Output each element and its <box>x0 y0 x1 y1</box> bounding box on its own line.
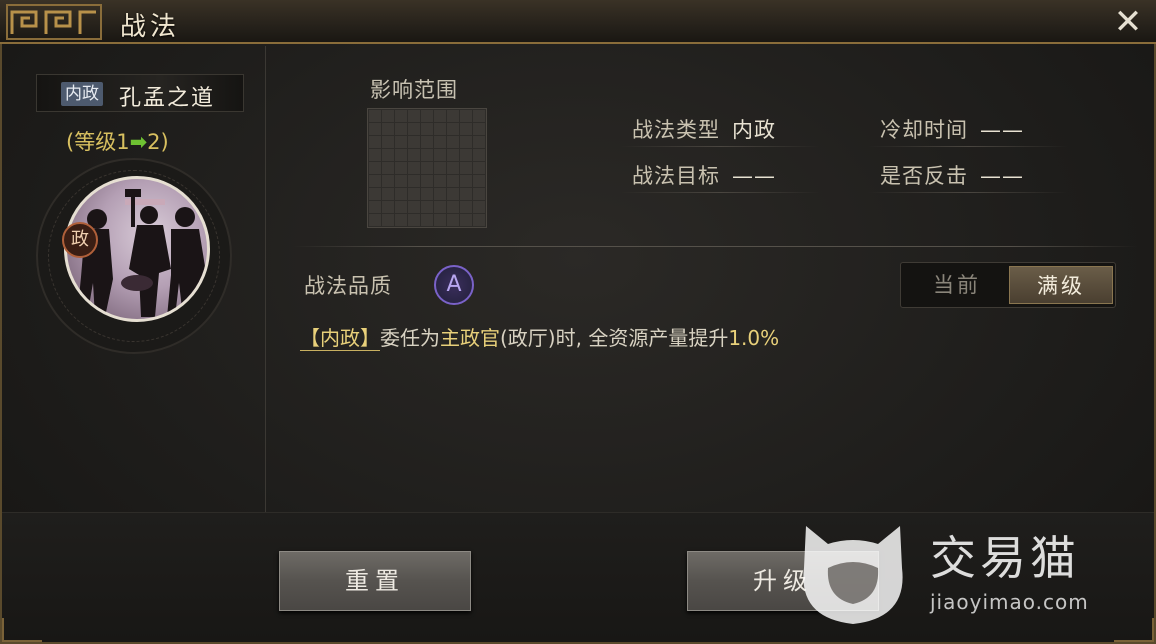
attr-cooldown: 冷却时间 —— <box>880 114 1024 144</box>
upgrade-button[interactable]: 升级 <box>687 551 879 611</box>
section-divider <box>292 246 1138 247</box>
attr-counterattack: 是否反击 —— <box>880 160 1024 190</box>
close-icon[interactable]: ✕ <box>1110 4 1146 40</box>
quality-label: 战法品质 <box>304 274 392 298</box>
attr-skill-type-label: 战法类型 <box>632 118 720 142</box>
attr-underline <box>620 192 820 193</box>
level-from: (等级1 <box>66 130 130 154</box>
attr-cooldown-label: 冷却时间 <box>880 118 968 142</box>
bottom-action-bar <box>2 512 1154 642</box>
toggle-max-level[interactable]: 满级 <box>1009 266 1113 304</box>
skill-name-box: 内政 孔孟之道 <box>36 74 244 112</box>
skill-type-tag: 内政 <box>61 82 103 106</box>
level-to: 2) <box>147 130 169 154</box>
attr-skill-type-value: 内政 <box>732 118 776 142</box>
attr-skill-target: 战法目标 —— <box>632 160 776 190</box>
description-text-1: 委任为 <box>380 326 440 350</box>
description-tag: 【内政】 <box>300 326 380 351</box>
description-text-2: (政厅)时, 全资源产量提升 <box>500 326 729 350</box>
skill-description: 【内政】委任为主政官(政厅)时, 全资源产量提升1.0% <box>300 322 779 351</box>
level-arrow-icon: ➡ <box>129 130 148 154</box>
skill-level: (等级1➡2) <box>66 126 169 156</box>
corner-ornament <box>1114 618 1154 642</box>
attr-counterattack-value: —— <box>980 164 1024 188</box>
description-highlight-role: 主政官 <box>440 326 500 350</box>
attr-counterattack-label: 是否反击 <box>880 164 968 188</box>
attr-skill-target-label: 战法目标 <box>632 164 720 188</box>
range-label: 影响范围 <box>370 78 458 102</box>
attr-underline <box>868 192 1068 193</box>
quality-grade-badge: A <box>434 265 474 305</box>
level-view-toggle: 当前 满级 <box>900 262 1116 308</box>
title-bar: 战法 ✕ <box>0 0 1156 44</box>
attr-underline <box>620 146 820 147</box>
toggle-current[interactable]: 当前 <box>905 266 1009 304</box>
attr-underline <box>868 146 1068 147</box>
window-title: 战法 <box>120 12 181 42</box>
corner-ornament <box>2 618 42 642</box>
title-ornament-icon <box>6 4 102 40</box>
description-highlight-value: 1.0% <box>728 326 780 350</box>
attr-skill-target-value: —— <box>732 164 776 188</box>
reset-button[interactable]: 重置 <box>279 551 471 611</box>
politics-badge: 政 <box>62 222 98 258</box>
attr-cooldown-value: —— <box>980 118 1024 142</box>
skill-name: 孔孟之道 <box>119 86 216 111</box>
attr-skill-type: 战法类型 内政 <box>632 114 776 144</box>
range-grid <box>367 108 487 228</box>
